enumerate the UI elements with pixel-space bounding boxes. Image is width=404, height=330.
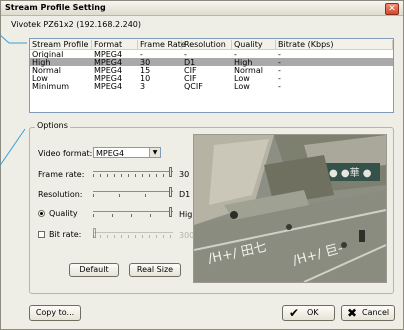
- list-header: Stream Profile Format Frame Rate Resolut…: [30, 39, 393, 50]
- table-row[interactable]: Minimum MPEG4 3 QCIF Low -: [30, 82, 393, 91]
- resolution-thumb[interactable]: [169, 187, 172, 197]
- bit-rate-thumb[interactable]: [93, 228, 96, 238]
- title-bar: Stream Profile Setting ✕: [1, 1, 403, 16]
- bit-rate-checkbox[interactable]: [38, 231, 45, 238]
- frame-rate-slider[interactable]: [93, 167, 173, 177]
- resolution-value: D1: [179, 190, 191, 199]
- frame-rate-thumb[interactable]: [169, 167, 172, 177]
- quality-thumb[interactable]: [169, 207, 172, 217]
- column-header[interactable]: Resolution: [182, 40, 232, 49]
- svg-text:● ●華 ●: ● ●華 ●: [329, 167, 372, 179]
- cancel-button[interactable]: ✖ Cancel: [341, 305, 395, 321]
- table-row[interactable]: Normal MPEG4 15 CIF Normal -: [30, 66, 393, 75]
- resolution-slider[interactable]: [93, 187, 173, 197]
- frame-rate-value: 30: [179, 170, 190, 179]
- column-header[interactable]: Quality: [232, 40, 276, 49]
- x-icon: ✖: [347, 306, 358, 320]
- cell: Low: [234, 82, 250, 91]
- video-preview-image: ● ●華 ● /H+/ 田七 /H+/ 巨-: [193, 134, 387, 283]
- column-header[interactable]: Stream Profile: [30, 40, 92, 49]
- bit-rate-slider[interactable]: [93, 228, 173, 238]
- column-header[interactable]: Format: [92, 40, 138, 49]
- cell: -: [278, 82, 281, 91]
- bit-rate-label[interactable]: Bit rate:: [49, 230, 81, 239]
- chevron-down-icon[interactable]: ▼: [149, 148, 160, 157]
- checkmark-icon: ✔: [289, 306, 300, 320]
- stream-profile-window: Stream Profile Setting ✕ Vivotek PZ61x2 …: [0, 0, 404, 330]
- video-format-value: MPEG4: [96, 149, 125, 158]
- cell: Minimum: [32, 82, 70, 91]
- device-label: Vivotek PZ61x2 (192.168.2.240): [11, 20, 142, 29]
- default-button[interactable]: Default: [69, 263, 119, 277]
- quality-label[interactable]: Quality: [49, 209, 78, 218]
- ok-button[interactable]: ✔ OK: [282, 305, 335, 321]
- cell: MPEG4: [94, 82, 123, 91]
- options-legend: Options: [35, 121, 70, 130]
- video-format-label: Video format:: [38, 149, 93, 158]
- close-icon[interactable]: ✕: [385, 3, 399, 15]
- quality-slider[interactable]: [93, 207, 173, 217]
- resolution-label: Resolution:: [38, 190, 83, 199]
- table-row-selected[interactable]: High MPEG4 30 D1 High -: [30, 58, 393, 67]
- cell: 3: [140, 82, 146, 91]
- column-header[interactable]: Frame Rate: [138, 40, 186, 49]
- cell: QCIF: [184, 82, 203, 91]
- frame-rate-label: Frame rate:: [38, 170, 85, 179]
- video-format-select[interactable]: MPEG4 ▼: [93, 147, 161, 158]
- ok-label: OK: [307, 308, 319, 317]
- table-row[interactable]: Low MPEG4 10 CIF Low -: [30, 74, 393, 83]
- copy-to-button[interactable]: Copy to...: [29, 305, 81, 321]
- table-row[interactable]: Original MPEG4 - - - -: [30, 50, 393, 59]
- column-header[interactable]: Bitrate (Kbps): [276, 40, 393, 49]
- quality-radio[interactable]: [38, 210, 45, 217]
- cancel-label: Cancel: [362, 308, 390, 317]
- stream-profile-list[interactable]: Stream Profile Format Frame Rate Resolut…: [29, 38, 394, 113]
- real-size-button[interactable]: Real Size: [129, 263, 181, 277]
